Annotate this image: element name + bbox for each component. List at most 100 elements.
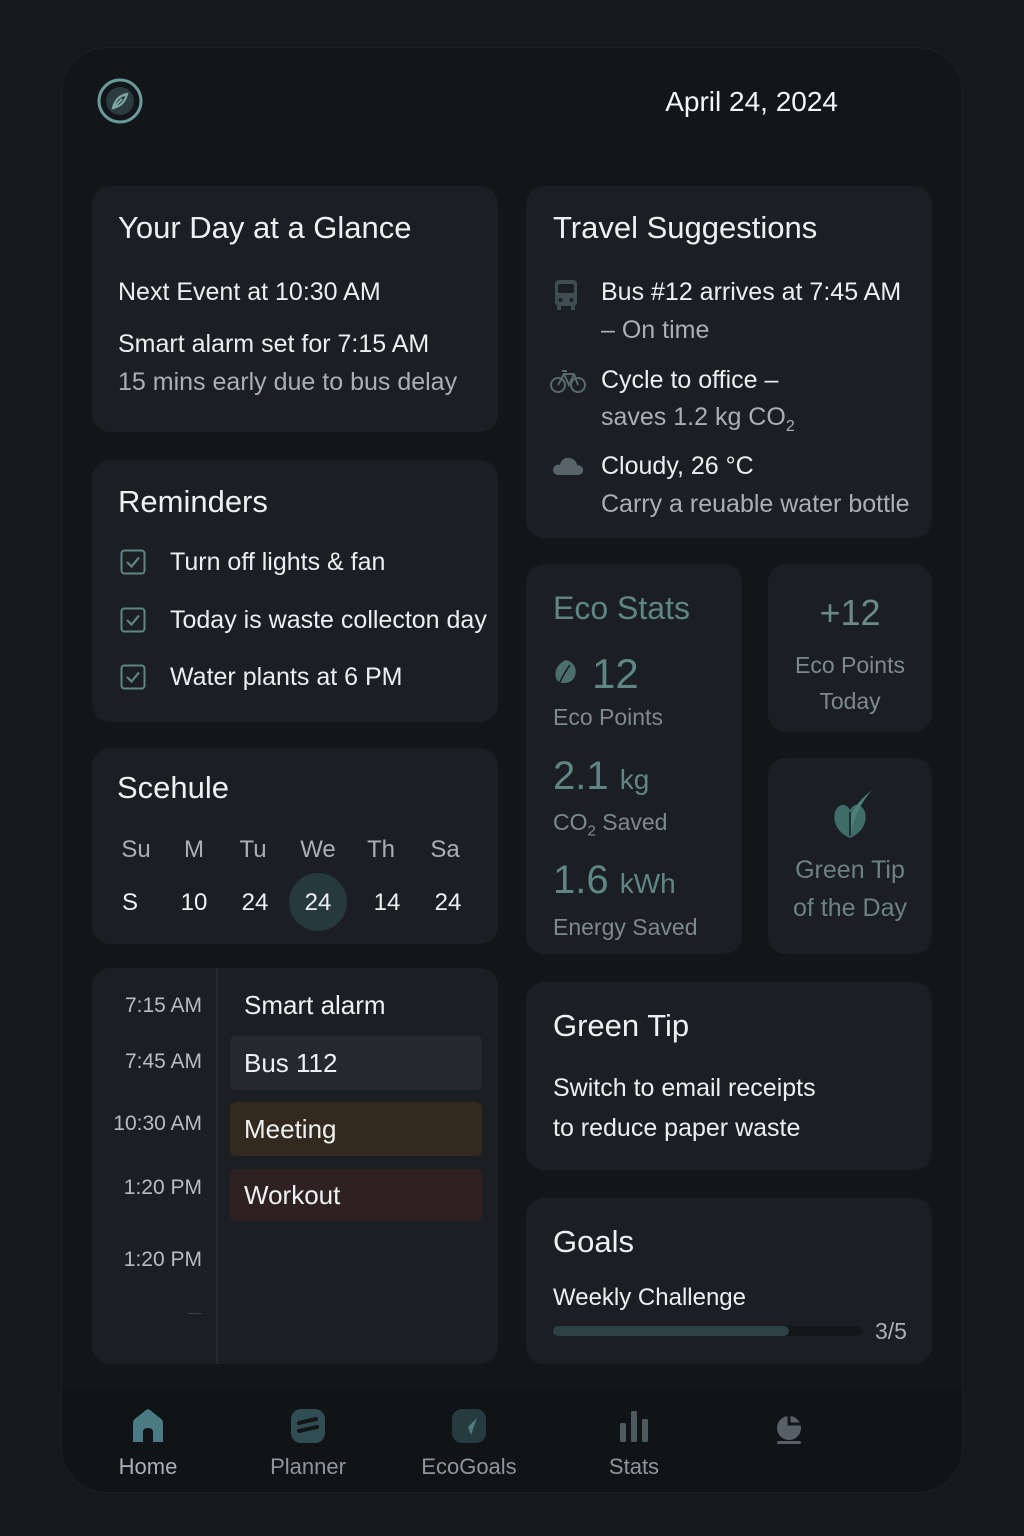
timeline-time: 7:15 AM [124, 994, 202, 1017]
timeline-event[interactable]: Meeting [230, 1102, 482, 1156]
nav-label: EcoGoals [421, 1454, 517, 1479]
travel-title: Travel Suggestions [553, 210, 818, 245]
eco-points-today-value: +12 [819, 592, 881, 633]
weather-line2: Carry a reuable water bottle [601, 490, 910, 518]
eco-stats-title: Eco Stats [553, 590, 690, 626]
compass-logo-icon[interactable] [97, 78, 143, 124]
weekly-challenge-label: Weekly Challenge [553, 1284, 746, 1311]
eco-points-today-label2: Today [819, 688, 881, 714]
co2-label-prefix: CO [553, 809, 588, 835]
bicycle-icon [550, 370, 586, 393]
leaf-icon [834, 790, 872, 838]
home-icon [133, 1409, 163, 1442]
energy-value: 1.6 [553, 858, 609, 902]
cycle-suggestion-line1: Cycle to office – [601, 366, 779, 394]
timeline-time: 7:45 AM [124, 1050, 202, 1073]
energy-unit: kWh [619, 868, 676, 899]
eco-points-today-label1: Eco Points [795, 652, 905, 678]
bottom-navigation: Home Planner EcoGoals Stats [62, 1388, 962, 1492]
reminder-item-label: Water plants at 6 PM [170, 663, 403, 691]
green-tip-card: Green Tip Switch to email receipts to re… [526, 982, 932, 1170]
weekly-challenge-count: 3/5 [875, 1318, 907, 1344]
reminder-item-label: Today is waste collecton day [170, 606, 487, 634]
cycle-co2-text: saves 1.2 kg CO [601, 403, 786, 431]
weekly-challenge-progress-fill [553, 1326, 789, 1336]
nav-label: Stats [608, 1454, 660, 1479]
nav-label: Home [118, 1454, 178, 1479]
timeline-time: — [188, 1304, 202, 1320]
nav-item-planner[interactable]: Planner [238, 1406, 378, 1480]
alarm-note-text: 15 mins early due to bus delay [118, 368, 458, 396]
nav-item-profile[interactable] [719, 1406, 859, 1454]
calendar-date-selected[interactable]: 24 [288, 889, 348, 917]
goals-title: Goals [553, 1224, 634, 1259]
weekday-label: Sa [430, 836, 460, 863]
cloud-icon [553, 457, 584, 475]
weather-line1: Cloudy, 26 °C [601, 452, 754, 480]
goals-card: Goals Weekly Challenge 3/5 [526, 1198, 932, 1364]
schedule-title: Scehule [117, 770, 230, 805]
timeline-time: 1:20 PM [123, 1248, 202, 1271]
eco-stats-card: Eco Stats 12 Eco Points 2.1 kg CO2 Saved… [526, 564, 742, 954]
weekly-challenge-progress [553, 1326, 863, 1336]
smart-alarm-text: Smart alarm set for 7:15 AM [118, 330, 430, 358]
green-tip-tile-line2: of the Day [793, 894, 907, 922]
travel-suggestions-card: Travel Suggestions Bus #12 arrives at 7:… [526, 186, 932, 538]
eco-leaf-icon [555, 660, 576, 684]
eco-points-value: 12 [592, 650, 639, 697]
bus-icon [555, 280, 577, 310]
weekday-label: Su [121, 836, 151, 863]
energy-saved-label: Energy Saved [553, 914, 698, 940]
green-tip-tile-line1: Green Tip [795, 856, 905, 884]
timeline-event[interactable]: Workout [230, 1169, 482, 1221]
energy-saved-value: 1.6 kWh [553, 858, 676, 903]
app-frame: April 24, 2024 Your Day at a Glance Next… [62, 48, 962, 1492]
nav-item-home[interactable]: Home [78, 1406, 218, 1480]
calendar-date[interactable]: 24 [418, 889, 478, 917]
reminder-checkbox-icon[interactable] [120, 549, 146, 575]
day-glance-title: Your Day at a Glance [118, 210, 412, 245]
green-tip-line2: to reduce paper waste [553, 1114, 801, 1142]
calendar-date[interactable]: S [100, 889, 160, 917]
eco-points-today-card[interactable]: +12 Eco Points Today [768, 564, 932, 732]
reminder-checkbox-icon[interactable] [120, 607, 146, 633]
planner-icon [291, 1409, 325, 1443]
co2-label-suffix: Saved [602, 809, 668, 835]
weekday-label: Tu [239, 836, 267, 863]
timeline-time: 10:30 AM [113, 1112, 202, 1135]
timeline-card: 7:15 AM 7:45 AM 10:30 AM 1:20 PM 1:20 PM… [92, 968, 498, 1364]
co2-label-subscript: 2 [587, 822, 596, 840]
weekday-label: M [184, 836, 204, 863]
calendar-date[interactable]: 14 [357, 889, 417, 917]
reminder-item-label: Turn off lights & fan [170, 548, 386, 576]
calendar-date[interactable]: 10 [164, 889, 224, 917]
timeline-event[interactable]: Smart alarm [230, 982, 482, 1028]
timeline-event[interactable]: Bus 112 [230, 1036, 482, 1090]
eco-points-label: Eco Points [553, 704, 663, 730]
bus-suggestion-line2: – On time [601, 316, 710, 344]
co2-saved-value: 2.1 kg [553, 754, 649, 799]
reminder-checkbox-icon[interactable] [120, 664, 146, 690]
ecogoals-icon [452, 1409, 486, 1443]
timeline-divider [216, 968, 218, 1364]
co2-unit: kg [619, 764, 650, 795]
co2-value: 2.1 [553, 754, 609, 798]
timeline-time: 1:20 PM [123, 1176, 202, 1199]
day-glance-card: Your Day at a Glance Next Event at 10:30… [92, 186, 498, 432]
bus-suggestion-line1: Bus #12 arrives at 7:45 AM [601, 278, 902, 306]
nav-item-stats[interactable]: Stats [564, 1406, 704, 1480]
weekday-label: We [300, 836, 336, 863]
co2-saved-label: CO2 Saved [553, 809, 667, 840]
green-tip-title: Green Tip [553, 1008, 690, 1043]
green-tip-tile[interactable]: Green Tip of the Day [768, 758, 932, 954]
co2-subscript: 2 [785, 418, 795, 435]
stats-icon [620, 1411, 648, 1442]
green-tip-line1: Switch to email receipts [553, 1074, 816, 1102]
reminders-title: Reminders [118, 484, 268, 519]
cycle-suggestion-line2: saves 1.2 kg CO2 [601, 403, 795, 436]
weekday-label: Th [366, 836, 395, 863]
calendar-date[interactable]: 24 [225, 889, 285, 917]
profile-icon [777, 1410, 801, 1444]
nav-item-ecogoals[interactable]: EcoGoals [399, 1406, 539, 1480]
next-event-text: Next Event at 10:30 AM [118, 278, 381, 306]
